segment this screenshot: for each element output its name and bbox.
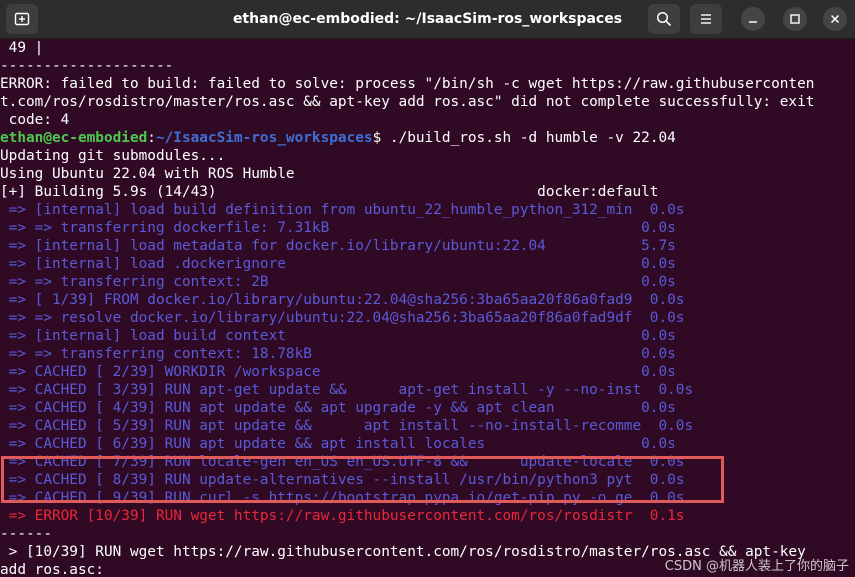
build-step: => => transferring context: 18.78kB 0.0s	[0, 346, 676, 362]
title-bar: ethan@ec-embodied: ~/IsaacSim-ros_worksp…	[0, 0, 855, 39]
prompt-path: ~/IsaacSim-ros_workspaces	[155, 130, 373, 146]
output-line: ERROR: failed to build: failed to solve:…	[0, 76, 815, 92]
terminal-output[interactable]: 49 | -------------------- ERROR: failed …	[0, 39, 855, 577]
build-step: => CACHED [ 7/39] RUN locale-gen en_US e…	[0, 454, 685, 470]
build-step: => [internal] load build context 0.0s	[0, 328, 676, 344]
output-line: ------	[0, 526, 52, 542]
build-step: => CACHED [ 2/39] WORKDIR /workspace 0.0…	[0, 364, 676, 380]
search-button[interactable]	[648, 4, 680, 34]
prompt-separator: :	[147, 130, 156, 146]
build-step: => CACHED [ 8/39] RUN update-alternative…	[0, 472, 685, 488]
build-step: => [internal] load build definition from…	[0, 202, 685, 218]
build-step: => CACHED [ 3/39] RUN apt-get update && …	[0, 382, 694, 398]
maximize-icon	[790, 14, 800, 24]
window-title: ethan@ec-embodied: ~/IsaacSim-ros_worksp…	[232, 11, 623, 27]
build-step-error: => ERROR [10/39] RUN wget https://raw.gi…	[0, 508, 685, 524]
build-step: => CACHED [ 5/39] RUN apt update && apt …	[0, 418, 694, 434]
menu-button[interactable]	[690, 4, 722, 34]
watermark: CSDN @机器人装上了你的脑子	[664, 559, 849, 574]
menu-icon	[701, 14, 711, 24]
output-line: Using Ubuntu 22.04 with ROS Humble	[0, 166, 295, 182]
prompt-symbol: $	[372, 130, 390, 146]
build-step: => CACHED [ 4/39] RUN apt update && apt …	[0, 400, 676, 416]
prompt-user: ethan@ec-embodied	[0, 130, 148, 146]
shell-prompt: ethan@ec-embodied:~/IsaacSim-ros_workspa…	[0, 129, 855, 147]
maximize-button[interactable]	[783, 7, 807, 31]
search-icon	[656, 11, 672, 27]
output-line: 49 |	[0, 40, 44, 56]
build-step: => [internal] load .dockerignore 0.0s	[0, 256, 676, 272]
minimize-button[interactable]	[741, 7, 765, 31]
output-line: t.com/ros/rosdistro/master/ros.asc && ap…	[0, 94, 815, 110]
close-icon	[830, 14, 840, 24]
build-step: => => transferring context: 2B 0.0s	[0, 274, 676, 290]
build-step: => [ 1/39] FROM docker.io/library/ubuntu…	[0, 292, 685, 308]
output-line: Updating git submodules...	[0, 148, 226, 164]
build-status-line: [+] Building 5.9s (14/43) docker:default	[0, 184, 659, 200]
build-step: => CACHED [ 9/39] RUN curl -s https://bo…	[0, 490, 685, 506]
output-line: --------------------	[0, 58, 174, 74]
output-line: code: 4	[0, 112, 70, 128]
close-button[interactable]	[823, 7, 847, 31]
new-tab-icon	[14, 12, 30, 26]
build-step: => CACHED [ 6/39] RUN apt update && apt …	[0, 436, 676, 452]
prompt-command: ./build_ros.sh -d humble -v 22.04	[389, 130, 676, 146]
minimize-icon	[749, 21, 757, 23]
build-step: => => resolve docker.io/library/ubuntu:2…	[0, 310, 685, 326]
new-tab-button[interactable]	[6, 4, 38, 34]
build-step: => [internal] load metadata for docker.i…	[0, 238, 676, 254]
build-step: => => transferring dockerfile: 7.31kB 0.…	[0, 220, 676, 236]
